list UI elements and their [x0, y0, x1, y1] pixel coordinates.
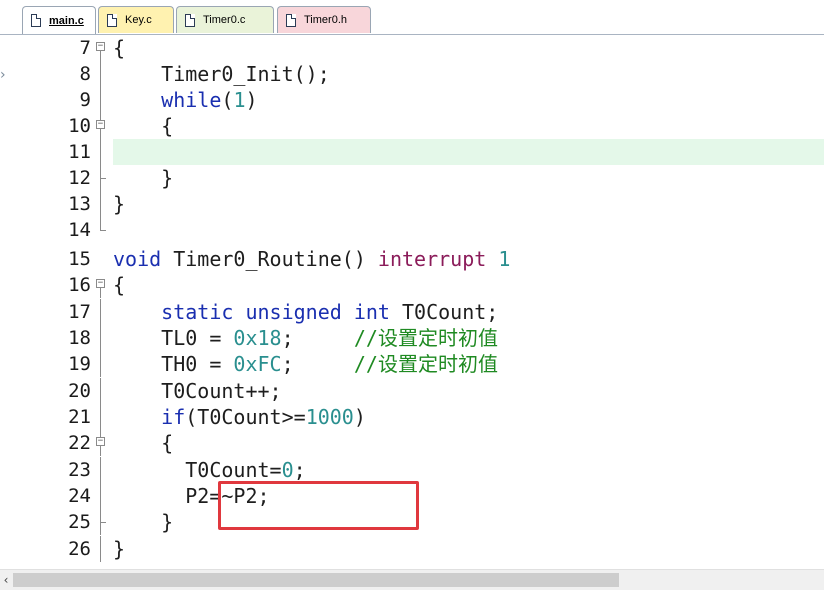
code-text: Timer0_Init(); [161, 62, 330, 86]
fold-marker[interactable]: − [94, 35, 108, 61]
fold-marker[interactable]: − [94, 113, 108, 139]
file-icon [31, 14, 41, 27]
code-text: T0Count=0; [185, 458, 306, 482]
code-text: if(T0Count>=1000) [161, 405, 366, 429]
line-number: 9 [79, 89, 91, 111]
fold-guide [94, 457, 108, 483]
line-number: 17 [68, 301, 91, 323]
line-number: 24 [68, 485, 91, 507]
tab-main-c[interactable]: main.c [22, 6, 96, 34]
fold-marker[interactable]: − [94, 430, 108, 456]
file-icon [185, 13, 195, 27]
line-number: 25 [68, 511, 91, 533]
fold-guide [94, 404, 108, 430]
code-text: TH0 = 0xFC; //设置定时初值 [161, 352, 498, 376]
code-line: 18 TL0 = 0x18; //设置定时初值 [0, 325, 824, 351]
code-text: { [161, 114, 174, 138]
fold-guide [94, 217, 108, 243]
file-icon [286, 13, 296, 27]
code-line: 7 − { [0, 35, 824, 61]
line-number: 18 [68, 327, 91, 349]
fold-guide [94, 536, 108, 562]
tab-timer0-h[interactable]: Timer0.h [277, 6, 371, 33]
line-number: 20 [68, 380, 91, 402]
line-number: 21 [68, 406, 91, 428]
collapse-icon[interactable]: − [96, 120, 105, 129]
code-line: 10 − { [0, 113, 824, 139]
tab-label: Key.c [125, 14, 152, 26]
current-line-highlight [113, 139, 824, 165]
code-text: while(1) [161, 88, 258, 112]
line-number: 23 [68, 459, 91, 481]
code-text: { [161, 431, 174, 455]
code-line: 12 } [0, 165, 824, 191]
code-text: } [161, 510, 174, 534]
line-number: 26 [68, 538, 91, 560]
collapse-icon[interactable]: − [96, 279, 105, 288]
line-number: 16 [68, 274, 91, 296]
code-text: } [161, 166, 174, 190]
code-line: 14 [0, 217, 824, 243]
tab-label: main.c [49, 14, 84, 27]
line-number: 15 [68, 248, 91, 270]
collapse-icon[interactable]: − [96, 42, 105, 51]
code-text: static unsigned int T0Count; [161, 300, 499, 324]
line-number: 7 [79, 37, 91, 59]
fold-guide [94, 139, 108, 165]
annotation-highlight-box [218, 481, 419, 530]
code-line: 17 static unsigned int T0Count; [0, 299, 824, 325]
code-line: 8 Timer0_Init(); [0, 61, 824, 87]
code-text: void Timer0_Routine() interrupt 1 [113, 247, 511, 271]
code-line: 13 } [0, 191, 824, 217]
code-line: 9 while(1) [0, 87, 824, 113]
line-number: 8 [79, 63, 91, 85]
line-number: 12 [68, 167, 91, 189]
fold-guide [94, 351, 108, 377]
code-text: TL0 = 0x18; //设置定时初值 [161, 326, 498, 350]
collapse-icon[interactable]: − [96, 437, 105, 446]
fold-guide [94, 61, 108, 87]
code-line: 15 void Timer0_Routine() interrupt 1 [0, 246, 824, 272]
tab-label: Timer0.h [304, 14, 347, 26]
fold-guide [94, 325, 108, 351]
code-line: 22 − { [0, 430, 824, 456]
code-text: } [113, 537, 126, 561]
code-line: 16 − { [0, 272, 824, 298]
fold-guide [94, 509, 108, 535]
code-line: 11 [0, 139, 824, 165]
horizontal-scrollbar[interactable]: ‹ [0, 569, 824, 590]
file-icon [107, 13, 117, 27]
line-number: 10 [68, 115, 91, 137]
code-line: 19 TH0 = 0xFC; //设置定时初值 [0, 351, 824, 377]
line-number: 19 [68, 353, 91, 375]
code-line: 21 if(T0Count>=1000) [0, 404, 824, 430]
scrollbar-thumb[interactable] [13, 573, 619, 587]
fold-marker[interactable]: − [94, 272, 108, 298]
tab-timer0-c[interactable]: Timer0.c [176, 6, 274, 33]
fold-guide [94, 165, 108, 191]
scroll-left-arrow-icon[interactable]: ‹ [0, 572, 12, 588]
code-line: 20 T0Count++; [0, 378, 824, 404]
fold-guide [94, 378, 108, 404]
fold-guide [94, 191, 108, 217]
tab-key-c[interactable]: Key.c [98, 6, 174, 33]
line-number: 22 [68, 432, 91, 454]
code-text: T0Count++; [161, 379, 282, 403]
fold-guide [94, 483, 108, 509]
line-number: 14 [68, 219, 91, 241]
tab-label: Timer0.c [203, 14, 246, 26]
code-text: } [113, 192, 126, 216]
code-line: 26 } [0, 536, 824, 562]
fold-line [100, 51, 101, 61]
line-number: 13 [68, 193, 91, 215]
fold-guide [94, 299, 108, 325]
fold-guide [94, 87, 108, 113]
file-tab-bar: main.c Key.c Timer0.c Timer0.h [0, 0, 824, 35]
line-number: 11 [68, 141, 91, 163]
code-line: 23 T0Count=0; [0, 457, 824, 483]
code-text: { [113, 273, 126, 297]
code-text: { [113, 36, 126, 60]
